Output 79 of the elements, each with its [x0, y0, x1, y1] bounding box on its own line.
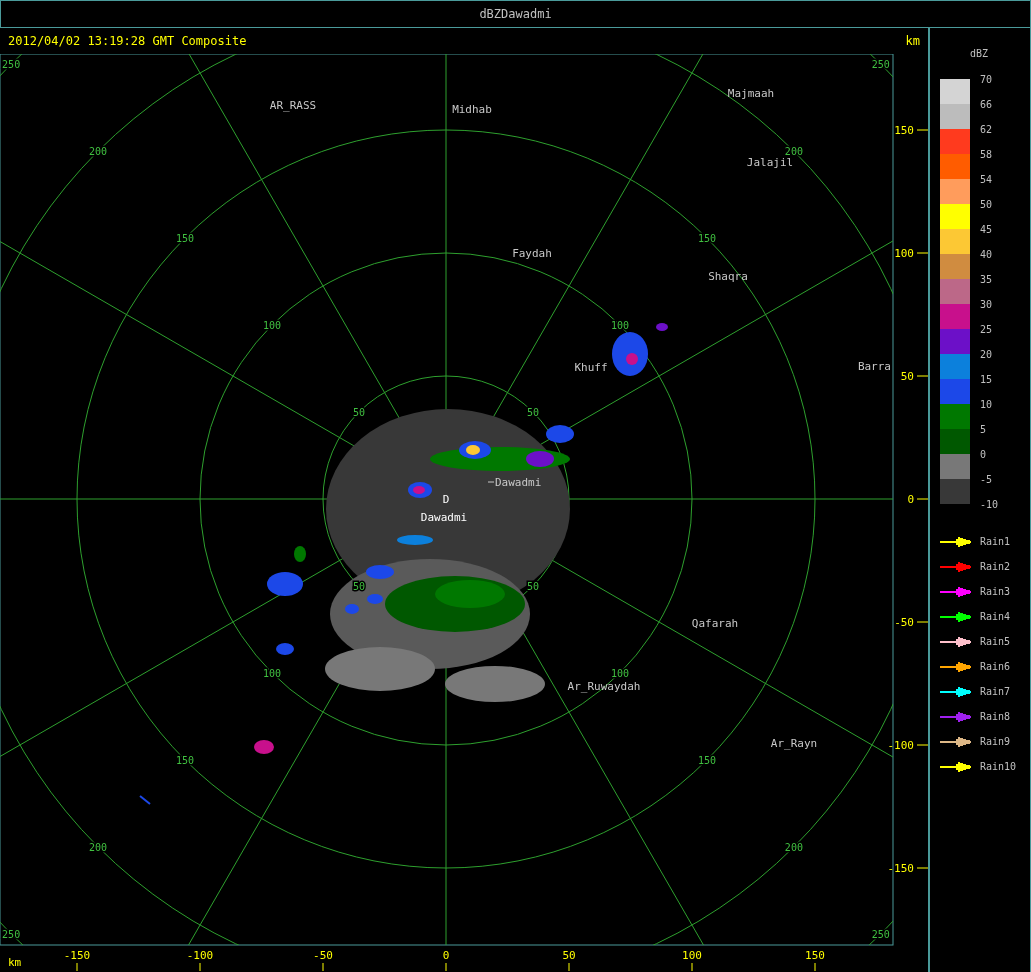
window-title: dBZDawadmi [479, 7, 552, 21]
range-ring-label: 50 [526, 580, 539, 592]
storm-track-label: Rain3 [980, 586, 1011, 597]
scale-value-label: 50 [980, 198, 994, 212]
storm-track-label: Rain2 [980, 561, 1011, 572]
y-axis-tick-label: 50 [900, 370, 914, 383]
range-ring-label: 200 [784, 146, 803, 158]
timestamp-label: 2012/04/02 13:19:28 GMT Composite [8, 34, 247, 48]
x-axis-tick-label: 0 [442, 949, 450, 962]
range-ring-label: 100 [610, 667, 629, 679]
scale-value-label: -5 [980, 473, 994, 487]
scale-value-label: 25 [980, 323, 994, 337]
scale-value-label: 10 [980, 398, 994, 412]
range-ring-label: 50 [353, 407, 366, 419]
y-axis-tick-label: -150 [887, 862, 914, 875]
x-axis-tick-label: 100 [682, 949, 702, 962]
scale-value-label: 20 [980, 348, 994, 362]
y-axis-tick-label: -50 [894, 616, 914, 629]
scale-value-label: 0 [980, 448, 988, 462]
place-label: Faydah [512, 247, 552, 260]
y-axis-tick-label: 0 [907, 493, 914, 506]
storm-track-label: Rain8 [980, 711, 1011, 722]
storm-track-label: Rain1 [980, 536, 1011, 547]
radar-site-marker: D [442, 493, 450, 506]
storm-track-label: Rain10 [980, 761, 1017, 772]
range-ring-label: 50 [353, 580, 366, 592]
scale-value-label: 58 [980, 148, 994, 162]
range-ring-label: 250 [871, 928, 890, 940]
scale-value-label: 40 [980, 248, 994, 262]
storm-track-label: Rain4 [980, 611, 1011, 622]
place-label: Dawadmi [495, 476, 542, 489]
range-ring-label: 150 [697, 754, 716, 766]
radar-site-label: Dawadmi [420, 511, 468, 524]
x-axis-tick-label: -50 [313, 949, 333, 962]
place-label: Midhab [452, 103, 492, 116]
x-axis-tick-label: 50 [562, 949, 576, 962]
scale-value-label: 66 [980, 98, 994, 112]
x-axis-unit-label: km [8, 956, 22, 969]
scale-value-label: 15 [980, 373, 994, 387]
range-ring-label: 200 [89, 841, 108, 853]
y-axis-tick-label: 100 [894, 247, 914, 260]
y-axis-tick-label: 150 [894, 124, 914, 137]
storm-track-label: Rain7 [980, 686, 1011, 697]
x-axis-tick-label: -100 [186, 949, 214, 962]
scale-value-label: -10 [980, 498, 999, 512]
range-ring-label: 100 [263, 320, 282, 332]
x-axis-tick-label: -150 [63, 949, 91, 962]
x-axis-tick-label: 150 [805, 949, 825, 962]
range-ring-label: 200 [89, 146, 108, 158]
range-ring-label: 250 [871, 59, 890, 71]
place-label: Ar_Ruwaydah [567, 680, 641, 693]
scale-value-label: 54 [980, 173, 994, 187]
y-axis-tick-label: -100 [887, 739, 914, 752]
range-ring-label: 250 [2, 59, 21, 71]
range-ring-label: 100 [263, 667, 282, 679]
place-label: Shaqra [708, 270, 748, 283]
place-label: Jalajil [746, 156, 794, 169]
place-label: Majmaah [727, 87, 775, 100]
place-marker-line [487, 481, 495, 483]
place-label: Ar_Rayn [770, 737, 818, 750]
place-label: AR_RASS [269, 99, 317, 112]
place-label: Qafarah [691, 617, 739, 630]
scale-value-label: 70 [980, 73, 994, 87]
scale-value-label: 35 [980, 273, 994, 287]
range-ring-label: 100 [610, 320, 629, 332]
range-ring-label: 50 [526, 407, 539, 419]
place-label: Khuff [574, 361, 608, 374]
scale-value-label: 62 [980, 123, 994, 137]
storm-track-label: Rain5 [980, 636, 1011, 647]
scale-value-label: 5 [980, 423, 988, 437]
storm-track-label: Rain9 [980, 736, 1011, 747]
place-label: Barra [857, 360, 891, 373]
legend-title: dBZ [970, 48, 989, 59]
axis-unit-label: km [905, 34, 920, 48]
scale-value-label: 30 [980, 298, 994, 312]
range-ring-label: 200 [784, 841, 803, 853]
scale-value-label: 45 [980, 223, 994, 237]
range-ring-label: 250 [2, 928, 21, 940]
storm-track-label: Rain6 [980, 661, 1011, 672]
